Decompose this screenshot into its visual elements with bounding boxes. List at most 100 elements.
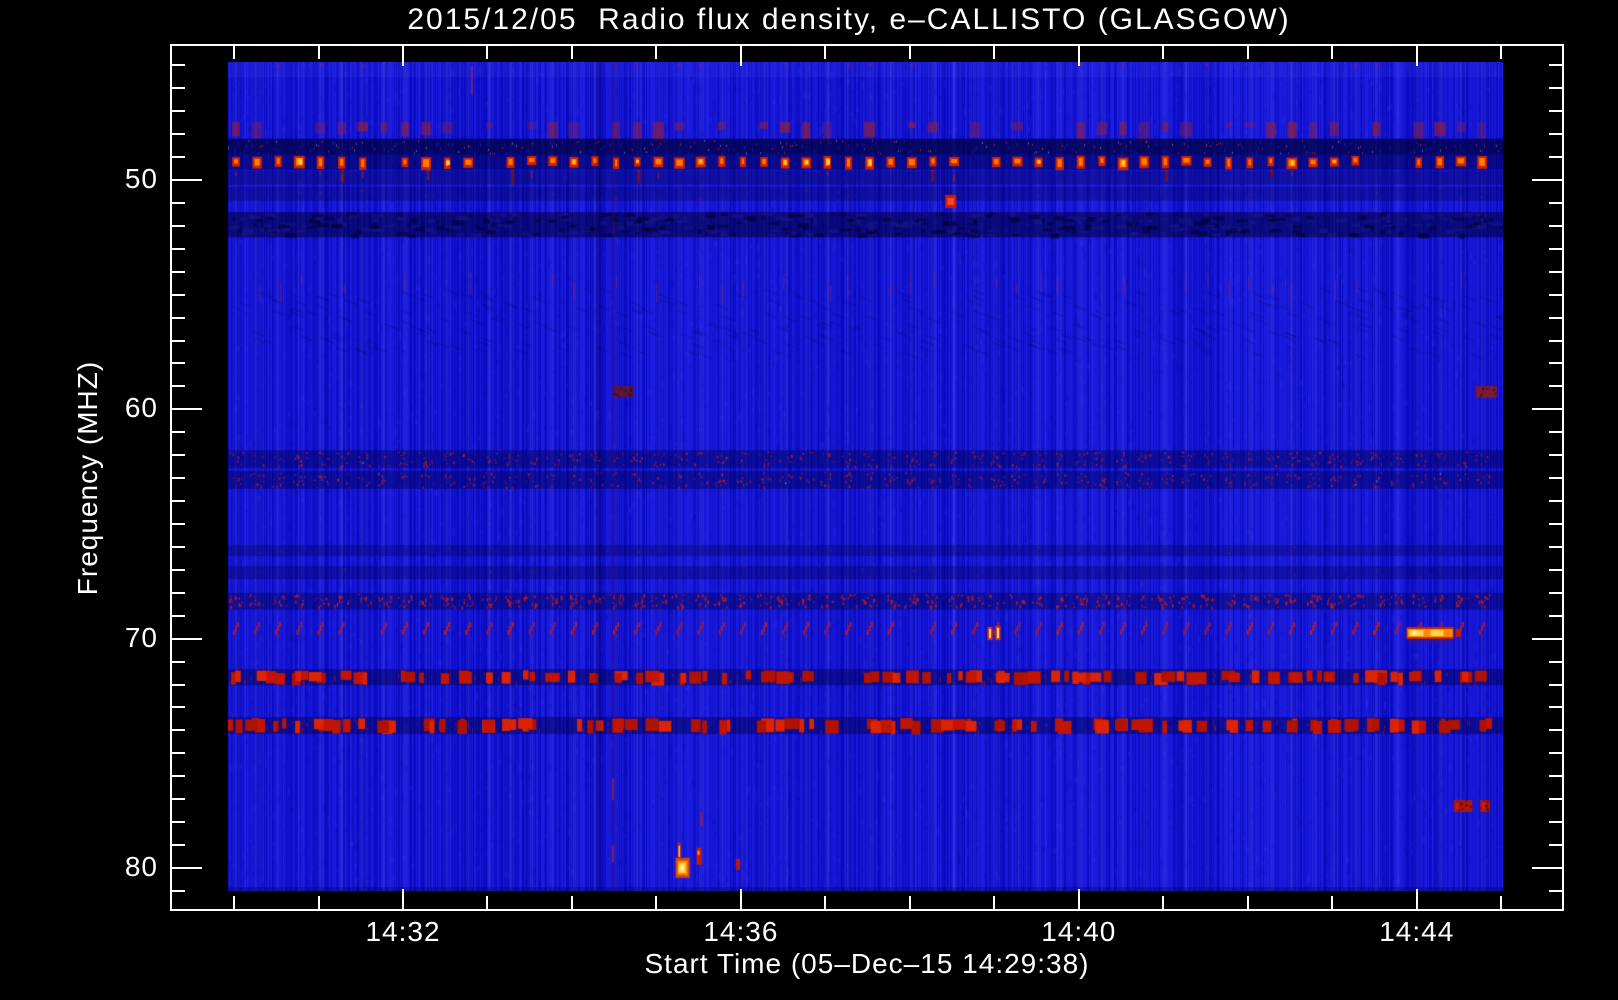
y-tick-minor [1549,683,1562,686]
y-tick-minor [1549,614,1562,617]
x-tick-label: 14:36 [703,916,779,947]
x-tick-label: 14:44 [1379,916,1455,947]
x-tick-minor [655,46,658,59]
y-tick-minor [1549,224,1562,227]
x-tick-major [739,889,742,909]
y-tick-minor [172,775,185,778]
y-tick-major [172,637,202,640]
y-tick-minor [172,614,185,617]
y-tick-minor [1549,706,1562,709]
y-tick-minor [172,431,185,434]
y-tick-minor [1549,431,1562,434]
y-tick-minor [172,87,185,90]
x-tick-major [402,46,404,66]
y-tick-minor [1549,775,1562,778]
y-tick-minor [1549,798,1562,801]
y-tick-minor [1549,247,1562,250]
y-tick-minor [1549,500,1562,503]
y-tick-minor [172,477,185,480]
x-tick-minor [824,896,827,909]
y-tick-minor [1549,156,1562,159]
y-tick-major [1532,637,1562,640]
y-tick-minor [172,522,185,525]
y-tick-minor [1549,270,1562,273]
y-tick-minor [172,454,185,457]
y-tick-minor [172,247,185,250]
y-tick-minor [172,339,185,342]
x-tick-minor [317,46,320,59]
x-tick-minor [317,896,320,909]
x-tick-major [1415,889,1418,909]
y-tick-minor [1549,522,1562,525]
x-tick-minor [908,46,911,59]
y-tick-minor [1549,591,1562,594]
y-tick-minor [172,683,185,686]
x-tick-minor [233,896,236,909]
x-tick-minor [655,896,658,909]
y-tick-minor [172,224,185,227]
y-tick-label: 50 [124,163,158,194]
x-tick-minor [1331,896,1334,909]
x-tick-major [402,889,404,909]
y-tick-major [172,408,202,411]
x-tick-minor [486,896,489,909]
y-tick-minor [172,500,185,503]
x-tick-minor [1162,896,1165,909]
y-tick-minor [172,660,185,663]
x-tick-label: 14:32 [365,916,441,947]
y-tick-minor [172,110,185,113]
y-tick-major [1532,866,1562,869]
y-tick-minor [1549,889,1562,892]
y-tick-minor [1549,339,1562,342]
y-tick-minor [1549,87,1562,90]
x-tick-major [739,46,742,66]
y-tick-minor [172,798,185,801]
y-tick-minor [172,545,185,548]
x-tick-minor [993,896,996,909]
y-tick-minor [172,133,185,136]
y-tick-minor [172,64,185,67]
y-tick-minor [172,362,185,365]
y-tick-minor [1549,660,1562,663]
y-tick-minor [1549,821,1562,824]
y-tick-major [1532,408,1562,411]
y-tick-minor [172,752,185,755]
y-tick-minor [172,201,185,204]
x-tick-major [1415,46,1418,66]
y-tick-minor [172,844,185,847]
y-tick-minor [1549,110,1562,113]
x-tick-minor [993,46,996,59]
y-tick-minor [1549,844,1562,847]
y-tick-minor [172,385,185,388]
y-tick-minor [172,270,185,273]
y-tick-minor [1549,64,1562,67]
x-tick-minor [1331,46,1334,59]
y-tick-major [1532,179,1562,181]
y-tick-minor [1549,293,1562,296]
x-tick-minor [233,46,236,59]
y-tick-minor [172,729,185,732]
y-tick-minor [172,889,185,892]
x-tick-label: 14:40 [1041,916,1117,947]
y-tick-minor [1549,568,1562,571]
y-tick-minor [1549,316,1562,319]
x-tick-minor [1246,46,1249,59]
y-tick-minor [172,706,185,709]
x-axis-title: Start Time (05–Dec–15 14:29:38) [644,948,1090,979]
chart-title: 2015/12/05 Radio flux density, e–CALLIST… [407,3,1291,36]
y-tick-minor [172,568,185,571]
x-tick-minor [570,46,573,59]
y-tick-minor [1549,385,1562,388]
stage: 2015/12/05 Radio flux density, e–CALLIST… [0,0,1618,1000]
y-tick-minor [172,156,185,159]
y-tick-minor [1549,133,1562,136]
x-tick-minor [1246,896,1249,909]
y-tick-minor [172,293,185,296]
x-tick-minor [1500,896,1503,909]
y-tick-minor [172,316,185,319]
x-tick-minor [1162,46,1165,59]
x-tick-major [1077,889,1080,909]
x-tick-minor [1500,46,1503,59]
x-tick-minor [570,896,573,909]
x-tick-minor [824,46,827,59]
